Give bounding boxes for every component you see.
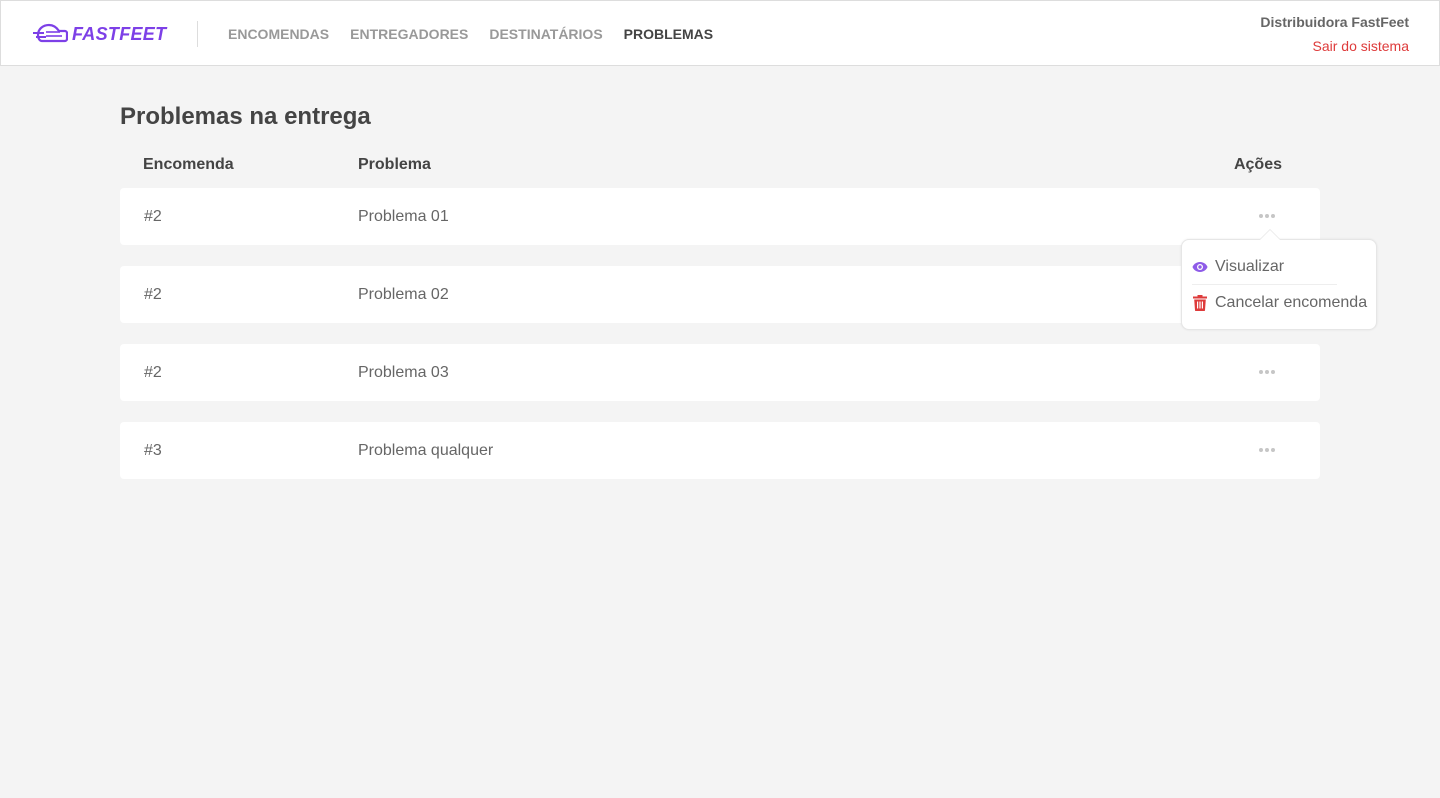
more-dot-icon [1271, 214, 1275, 218]
nav-item-encomendas[interactable]: ENCOMENDAS [228, 25, 329, 43]
more-actions-button[interactable] [1259, 208, 1275, 224]
row-order-id: #2 [144, 286, 162, 303]
logo-text: FASTFEET [72, 23, 167, 44]
row-order-id: #2 [144, 364, 162, 381]
header-divider [197, 21, 198, 47]
more-dot-icon [1265, 370, 1269, 374]
row-problem-description: Problema 03 [358, 364, 449, 381]
row-order-id: #2 [144, 208, 162, 225]
table-row: #3 Problema qualquer [120, 422, 1320, 479]
logout-link[interactable]: Sair do sistema [1260, 38, 1409, 55]
more-actions-button[interactable] [1259, 364, 1275, 380]
more-dot-icon [1271, 448, 1275, 452]
more-dot-icon [1265, 448, 1269, 452]
actions-popover: Visualizar Cancelar encomenda [1181, 229, 1377, 330]
column-header-encomenda: Encomenda [143, 156, 234, 173]
more-actions-button[interactable] [1259, 442, 1275, 458]
row-problem-description: Problema 02 [358, 286, 449, 303]
truck-logo-icon [33, 23, 68, 43]
row-problem-description: Problema qualquer [358, 442, 494, 459]
view-action-label: Visualizar [1215, 258, 1285, 275]
more-dot-icon [1265, 214, 1269, 218]
column-header-problema: Problema [358, 156, 431, 173]
row-problem-description: Problema 01 [358, 208, 449, 225]
column-header-acoes: Ações [1233, 156, 1282, 173]
table-header: Encomenda Problema Ações [120, 156, 1320, 176]
nav-item-entregadores[interactable]: ENTREGADORES [350, 25, 468, 43]
user-name: Distribuidora FastFeet [1260, 14, 1409, 30]
nav-item-problemas[interactable]: PROBLEMAS [624, 25, 713, 43]
table-row: #2 Problema 01 [120, 188, 1320, 245]
cancel-order-action[interactable]: Cancelar encomenda [1192, 291, 1372, 315]
row-order-id: #3 [144, 442, 162, 459]
cancel-order-label: Cancelar encomenda [1215, 294, 1368, 311]
more-dot-icon [1271, 370, 1275, 374]
fastfeet-logo[interactable]: FASTFEET [32, 21, 166, 47]
view-action[interactable]: Visualizar [1192, 255, 1338, 279]
eye-icon [1192, 259, 1208, 275]
table-row: #2 Problema 03 [120, 344, 1320, 401]
top-header: FASTFEET ENCOMENDAS ENTREGADORES DESTINA… [0, 0, 1440, 66]
popover-arrow [1259, 229, 1281, 240]
trash-icon [1192, 295, 1208, 311]
main-nav: ENCOMENDAS ENTREGADORES DESTINATÁRIOS PR… [228, 25, 713, 43]
table-row: #2 Problema 02 [120, 266, 1320, 323]
user-box: Distribuidora FastFeet Sair do sistema [1260, 14, 1409, 55]
popover-divider [1192, 284, 1337, 285]
page-title: Problemas na entrega [120, 103, 371, 130]
more-dot-icon [1259, 370, 1263, 374]
more-dot-icon [1259, 214, 1263, 218]
nav-item-destinatarios[interactable]: DESTINATÁRIOS [489, 25, 602, 43]
more-dot-icon [1259, 448, 1263, 452]
